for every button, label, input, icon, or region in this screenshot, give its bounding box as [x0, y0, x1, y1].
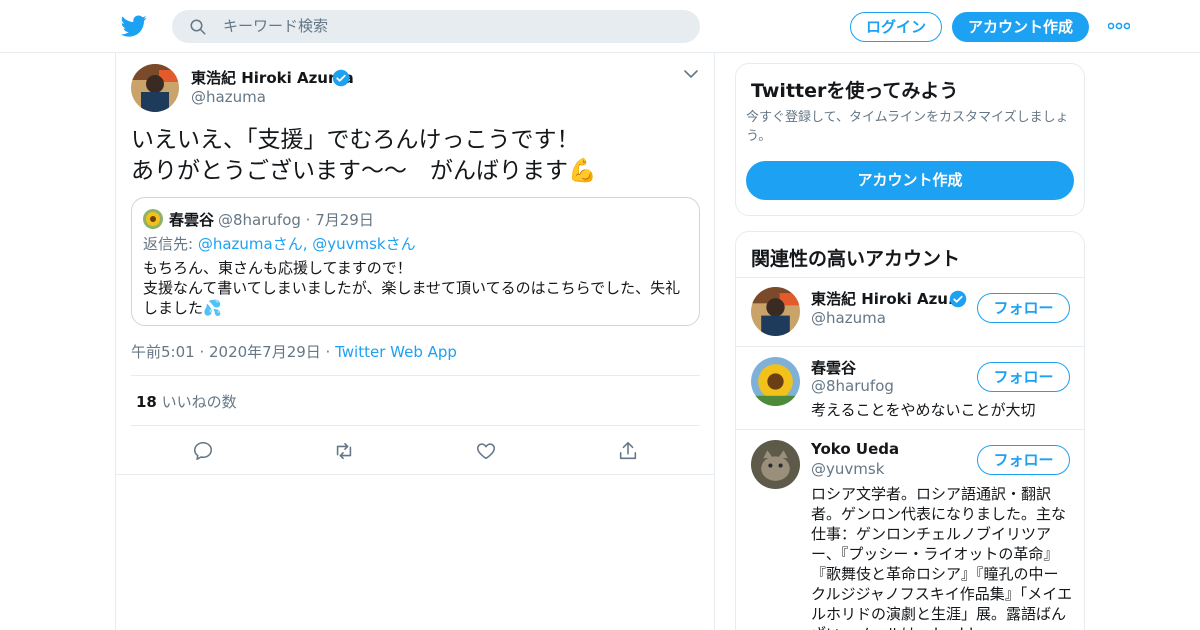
divider: [736, 277, 1084, 278]
likes-count: 18: [136, 393, 157, 411]
reply-icon[interactable]: [192, 440, 214, 462]
quoted-tweet[interactable]: 春雲谷 @8harufog · 7月29日 返信先: @hazumaさん, @y…: [131, 197, 700, 326]
account-handle[interactable]: @8harufog: [811, 377, 894, 395]
search-bar[interactable]: キーワード検索: [172, 10, 700, 43]
follow-button[interactable]: フォロー: [977, 362, 1070, 392]
account-name[interactable]: 春雲谷: [811, 357, 856, 378]
follow-button[interactable]: フォロー: [977, 293, 1070, 323]
verified-icon: [949, 290, 967, 308]
likes-stat[interactable]: 18 いいねの数: [136, 391, 237, 412]
quote-text: もちろん、東さんも応援してますので！ 支援なんて書いてしまいましたが、楽しませて…: [143, 259, 681, 317]
tweet-meta: 午前5:01 · 2020年7月29日 · Twitter Web App: [131, 341, 457, 362]
top-navigation-bar: キーワード検索 ログイン アカウント作成: [0, 0, 1200, 53]
verified-icon: [332, 69, 350, 87]
tweet-text: いえいえ、「支援」でむろんけっこうです！ ありがとうございます〜〜 がんばります…: [131, 127, 597, 184]
like-icon[interactable]: [475, 440, 497, 462]
retweet-icon[interactable]: [333, 440, 355, 462]
divider: [736, 346, 1084, 347]
account-avatar[interactable]: [751, 287, 800, 336]
account-avatar[interactable]: [751, 357, 800, 406]
signup-promo-button[interactable]: アカウント作成: [746, 161, 1074, 200]
account-handle[interactable]: @hazuma: [811, 309, 886, 327]
divider: [131, 425, 700, 426]
search-icon: [190, 19, 206, 35]
follow-button[interactable]: フォロー: [977, 445, 1070, 475]
account-bio: ロシア文学者。ロシア語通訳・翻訳者。ゲンロン代表になりました。主な仕事：ゲンロン…: [811, 485, 1073, 630]
reply-users-link[interactable]: @hazumaさん, @yuvmskさん: [198, 235, 416, 253]
likes-label: いいねの数: [156, 393, 237, 411]
login-button[interactable]: ログイン: [850, 12, 942, 42]
signup-button[interactable]: アカウント作成: [952, 12, 1089, 42]
quote-author-handle-date[interactable]: @8harufog · 7月29日: [218, 209, 374, 230]
author-avatar[interactable]: [131, 64, 179, 112]
reply-prefix: 返信先:: [143, 235, 198, 253]
author-name[interactable]: 東浩紀 Hiroki Azuma: [191, 67, 354, 88]
share-icon[interactable]: [617, 440, 639, 462]
quote-author-name[interactable]: 春雲谷: [169, 209, 214, 230]
tweet-column: 東浩紀 Hiroki Azuma @hazuma いえいえ、「支援」でむろんけっ…: [115, 53, 715, 630]
account-bio: 考えることをやめないことが大切: [811, 401, 1036, 419]
chevron-down-icon[interactable]: [684, 69, 698, 79]
quote-author-avatar[interactable]: [143, 209, 163, 229]
related-accounts-title: 関連性の高いアカウント: [751, 248, 961, 270]
signup-promo-title: Twitterを使ってみよう: [751, 80, 959, 102]
search-placeholder: キーワード検索: [223, 17, 329, 35]
more-icon[interactable]: [1108, 22, 1130, 30]
account-handle[interactable]: @yuvmsk: [811, 460, 884, 478]
account-name[interactable]: Yoko Ueda: [811, 440, 899, 458]
divider: [131, 375, 700, 376]
divider: [736, 429, 1084, 430]
account-avatar[interactable]: [751, 440, 800, 489]
author-handle[interactable]: @hazuma: [191, 88, 266, 106]
related-accounts-card: 関連性の高いアカウント 東浩紀 Hiroki Azu... @hazuma フォ…: [735, 231, 1085, 630]
twitter-logo-icon[interactable]: [120, 13, 148, 39]
signup-promo-description: 今すぐ登録して、タイムラインをカスタマイズしましょう。: [746, 110, 1069, 144]
tweet-timestamp[interactable]: 午前5:01 · 2020年7月29日 ·: [131, 343, 335, 361]
quote-reply-to: 返信先: @hazumaさん, @yuvmskさん: [143, 233, 416, 254]
divider: [116, 474, 714, 475]
signup-promo-card: Twitterを使ってみよう 今すぐ登録して、タイムラインをカスタマイズしましょ…: [735, 63, 1085, 216]
account-name[interactable]: 東浩紀 Hiroki Azu...: [811, 288, 965, 309]
tweet-source-link[interactable]: Twitter Web App: [335, 343, 457, 361]
